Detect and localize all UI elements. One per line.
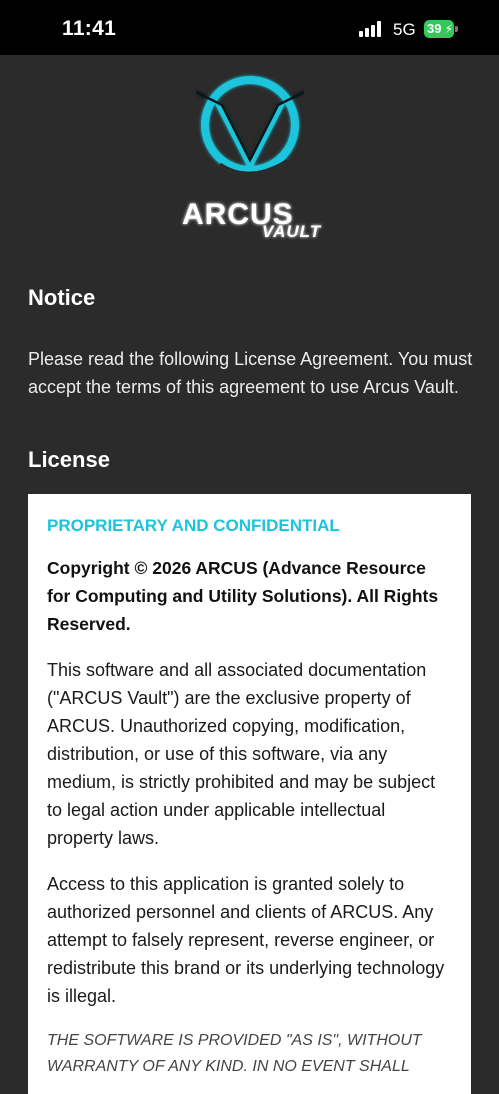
notice-body: Please read the following License Agreem… (28, 349, 473, 397)
arcus-vault-logo: ARCUS VAULT (180, 72, 340, 241)
license-paragraph-2: Access to this application is granted so… (47, 874, 445, 1006)
logo-emblem-icon: ARCUS VAULT (182, 76, 322, 241)
network-label: 5G (393, 20, 416, 39)
license-copyright: Copyright © 2026 ARCUS (Advance Resource… (47, 558, 439, 634)
license-heading: License (28, 447, 110, 472)
status-time: 11:41 (62, 17, 117, 40)
status-bar: 11:41 5G 39 ⚡ (0, 0, 499, 55)
license-paragraph-1: This software and all associated documen… (47, 660, 436, 848)
license-card[interactable]: PROPRIETARY AND CONFIDENTIAL Copyright ©… (28, 494, 471, 1094)
battery-icon: 39 ⚡ (424, 20, 458, 38)
signal-icon (359, 21, 385, 37)
logo-product-text: VAULT (262, 222, 322, 240)
notice-heading: Notice (28, 285, 96, 310)
license-title: PROPRIETARY AND CONFIDENTIAL (47, 516, 340, 535)
charging-bolt-icon: ⚡ (444, 22, 453, 36)
license-warranty: THE SOFTWARE IS PROVIDED "AS IS", WITHOU… (47, 1032, 422, 1075)
